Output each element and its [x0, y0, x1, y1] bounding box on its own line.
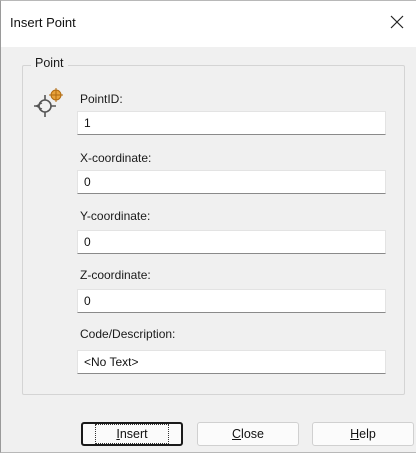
help-button[interactable]: Help — [312, 422, 414, 446]
close-mnemonic: C — [232, 427, 242, 441]
code-description-input[interactable] — [77, 350, 386, 374]
code-description-label: Code/Description: — [80, 327, 176, 341]
point-id-label: PointID: — [80, 92, 123, 106]
title-bar: Insert Point — [1, 1, 416, 47]
point-target-icon — [34, 88, 63, 117]
x-coordinate-input[interactable] — [77, 170, 386, 194]
close-label: lose — [241, 427, 264, 441]
z-coordinate-input[interactable] — [77, 289, 386, 313]
close-button-text: Close — [232, 427, 264, 441]
close-button[interactable]: Close — [197, 422, 299, 446]
insert-button-focus: Insert — [95, 424, 169, 444]
help-button-text: Help — [350, 427, 376, 441]
help-mnemonic: H — [350, 427, 360, 441]
insert-button[interactable]: Insert — [81, 422, 183, 446]
window-title: Insert Point — [10, 15, 76, 30]
insert-label: nsert — [119, 427, 148, 441]
y-coordinate-input[interactable] — [77, 230, 386, 254]
help-label: elp — [359, 427, 376, 441]
z-coordinate-label: Z-coordinate: — [80, 268, 151, 282]
group-label: Point — [31, 56, 68, 70]
close-window-button[interactable] — [382, 7, 412, 37]
x-coordinate-label: X-coordinate: — [80, 151, 152, 165]
y-coordinate-label: Y-coordinate: — [80, 209, 151, 223]
close-icon — [390, 15, 404, 29]
point-id-input[interactable] — [77, 111, 386, 135]
insert-point-dialog: Insert Point Point PointID: X-coordinate… — [0, 0, 416, 453]
